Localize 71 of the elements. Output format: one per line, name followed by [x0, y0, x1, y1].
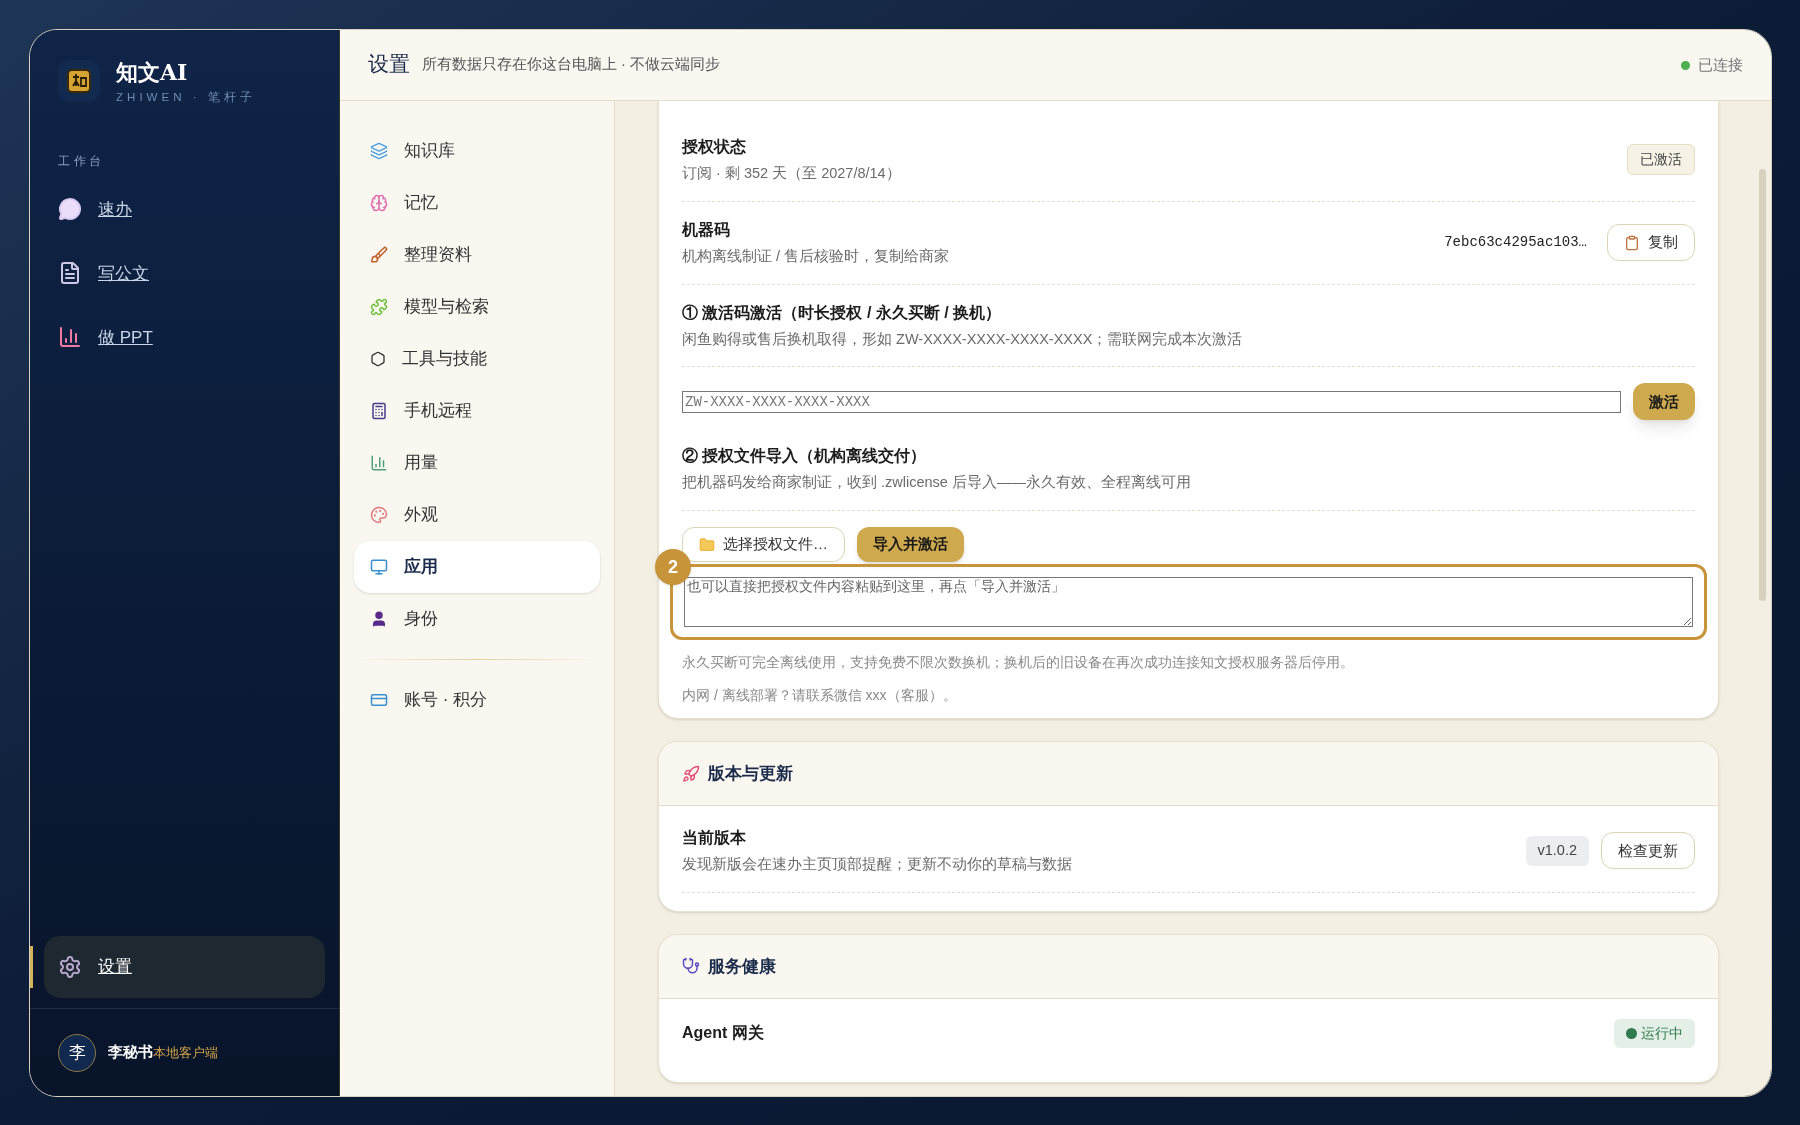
row-description: 机构离线制证 / 售后核验时，复制给商家	[682, 246, 950, 266]
clipboard-icon	[1624, 234, 1640, 251]
check-update-button[interactable]: 检查更新	[1601, 832, 1695, 870]
settings-nav-item[interactable]: 外观	[354, 489, 600, 541]
calculator-icon	[370, 402, 388, 420]
settings-nav-item[interactable]: 账号 · 积分	[354, 674, 600, 726]
sidebar-link[interactable]: 写公文	[58, 254, 311, 293]
puzzle-icon	[370, 298, 388, 316]
connection-status: 已连接	[1698, 54, 1743, 75]
bar-chart-icon	[58, 325, 82, 350]
stethoscope-icon	[682, 957, 700, 976]
sidebar-link[interactable]: 设置	[44, 936, 325, 998]
settings-nav-item[interactable]: 应用	[354, 541, 600, 593]
note-text: 永久买断可完全离线使用，支持免费不限次数换机；换机后的旧设备在再次成功连接知文授权服务器后停用。	[682, 653, 1355, 672]
scrollbar-thumb[interactable]	[1758, 169, 1766, 601]
brain-icon	[370, 194, 388, 212]
service-status-badge: 运行中	[1614, 1018, 1695, 1048]
row-title: 机器码	[682, 219, 731, 240]
settings-nav-item[interactable]: 身份	[354, 593, 600, 645]
person-icon	[370, 610, 388, 628]
card-icon	[370, 691, 388, 709]
note-text: 内网 / 离线部署？请联系微信 xxx（客服）。	[682, 686, 958, 705]
settings-nav-item[interactable]: 记忆	[354, 177, 600, 229]
card-title: 版本与更新	[708, 762, 793, 785]
row-title: ② 授权文件导入（机构离线交付）	[682, 446, 928, 467]
row-title: 当前版本	[682, 828, 747, 848]
section-label: 工作台	[57, 153, 106, 171]
row-title: 授权状态	[682, 137, 747, 157]
settings-nav-item[interactable]: 用量	[354, 437, 600, 489]
row-title: Agent 网关	[682, 1023, 764, 1044]
version-badge: v1.0.2	[1525, 836, 1589, 866]
monitor-icon	[370, 558, 388, 576]
brush-icon	[370, 246, 388, 264]
sidebar-link[interactable]: 做 PPT	[58, 318, 311, 357]
hexagon-icon	[370, 351, 386, 367]
user-avatar: 李	[58, 1033, 96, 1072]
machine-code: 7ebc63c4295ac103…	[1444, 233, 1587, 253]
active-indicator	[30, 946, 33, 988]
row-description: 发现新版会在速办主页顶部提醒；更新不动你的草稿与数据	[682, 855, 1072, 874]
row-description: 订阅 · 剩 352 天（至 2027/8/14）	[682, 164, 901, 183]
settings-nav-item[interactable]: 手机远程	[354, 385, 600, 437]
import-activate-button[interactable]: 导入并激活	[857, 527, 964, 562]
rocket-icon	[682, 764, 700, 783]
app-name: 知文AI	[116, 58, 189, 87]
settings-nav-item[interactable]: 模型与检索	[354, 281, 600, 333]
row-description: 把机器码发给商家制证，收到 .zwlicense 后导入——永久有效、全程离线可用	[682, 473, 1191, 493]
client-tag: 本地客户端	[153, 1043, 218, 1063]
settings-nav-item[interactable]: 工具与技能	[354, 333, 600, 385]
app-subtitle: ZHIWEN · 笔杆子	[116, 90, 256, 105]
document-icon	[58, 261, 82, 286]
bar-chart-icon	[370, 454, 388, 472]
card-title: 服务健康	[708, 955, 776, 978]
settings-nav-item[interactable]: 整理资料	[354, 229, 600, 281]
activate-button[interactable]: 激活	[1633, 383, 1695, 421]
speech-bubble-icon	[58, 197, 82, 222]
settings-nav-item[interactable]: 知识库	[354, 125, 600, 177]
page-title: 设置	[368, 51, 410, 79]
app-logo-icon	[58, 60, 100, 103]
page-subtitle: 所有数据只存在你这台电脑上 · 不做云端同步	[422, 55, 720, 75]
folder-icon	[699, 536, 715, 553]
choose-file-button[interactable]: 选择授权文件…	[682, 527, 845, 562]
gear-icon	[58, 955, 82, 979]
copy-button[interactable]: 复制	[1607, 224, 1695, 262]
row-description: 闲鱼购得或售后换机取得，形如 ZW-XXXX-XXXX-XXXX-XXXX；需联网完成本次激活	[682, 329, 1243, 349]
books-icon	[370, 142, 388, 160]
user-name: 李秘书	[108, 1042, 153, 1063]
status-badge: 已激活	[1627, 144, 1695, 176]
activation-code-field[interactable]: ZW-XXXX-XXXX-XXXX-XXXX	[682, 390, 1621, 413]
row-title: ① 激活码激活（时长授权 / 永久买断 / 换机）	[682, 302, 1003, 323]
sidebar-link[interactable]: 速办	[58, 190, 311, 229]
palette-icon	[370, 506, 388, 524]
